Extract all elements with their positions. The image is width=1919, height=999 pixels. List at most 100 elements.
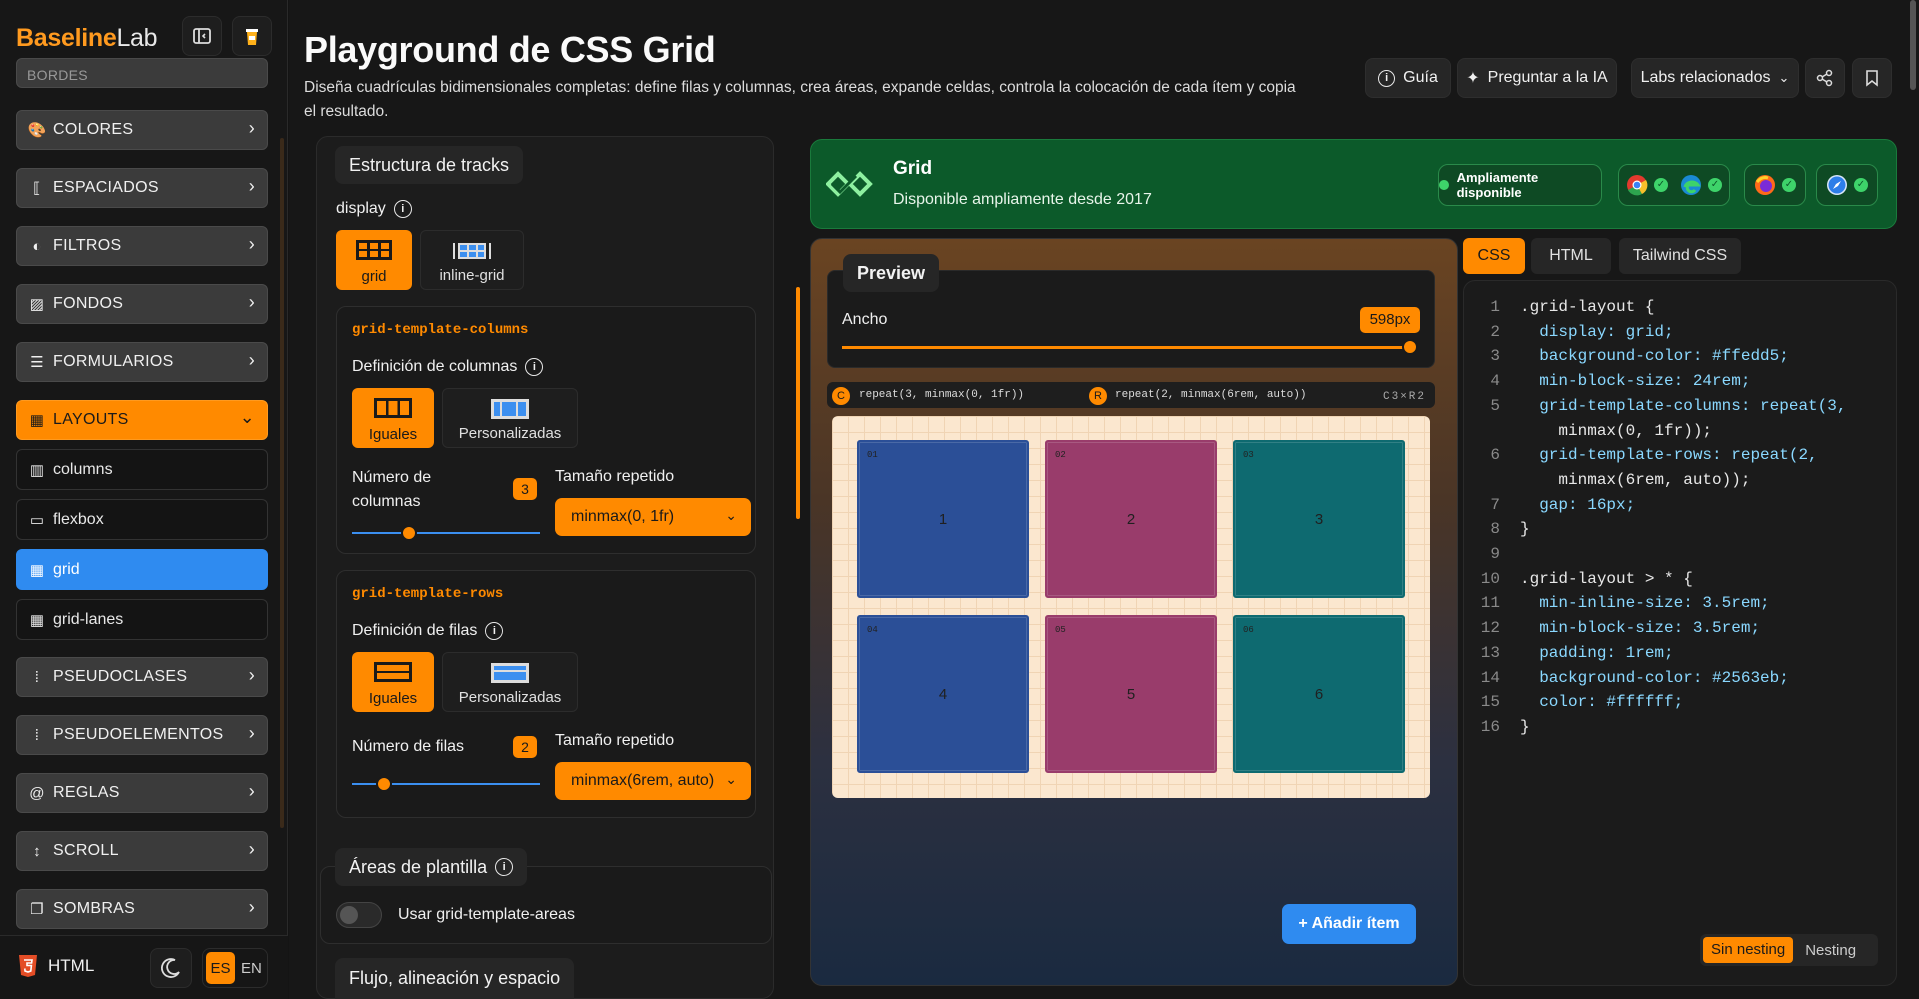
baseline-status-text: Disponible ampliamente desde 2017 bbox=[893, 191, 1152, 208]
baseline-availability-badge: Ampliamente disponible bbox=[1438, 164, 1602, 206]
sparkle-icon: ✦ bbox=[1466, 70, 1480, 87]
code-text: background-color: #2563eb; bbox=[1520, 668, 1789, 687]
code-line: 4 min-block-size: 24rem; bbox=[1478, 369, 1846, 394]
rows-count-slider-thumb[interactable] bbox=[376, 776, 392, 792]
rows-repeat-select[interactable]: minmax(6rem, auto) ⌄ bbox=[555, 762, 751, 800]
sidebar-item-grid-lanes[interactable]: ▦ grid-lanes bbox=[16, 599, 268, 640]
code-text: padding: 1rem; bbox=[1520, 643, 1674, 662]
related-labs-dropdown[interactable]: Labs relacionados ⌄ bbox=[1631, 58, 1799, 98]
background-icon: ▨ bbox=[29, 296, 45, 313]
code-block[interactable]: 1 .grid-layout {2 display: grid; 3 backgro… bbox=[1478, 295, 1847, 740]
lang-es-button[interactable]: ES bbox=[206, 952, 235, 984]
line-number: 8 bbox=[1490, 520, 1500, 539]
columns-definition-label: Definición de columnas i bbox=[352, 358, 544, 376]
nav-category-pseudoclases[interactable]: ⁞ PSEUDOCLASES › bbox=[16, 657, 268, 697]
columns-equal-button[interactable]: Iguales bbox=[352, 388, 434, 448]
column-formula: repeat(3, minmax(0, 1fr)) bbox=[859, 389, 1025, 401]
nav-category-pseudoelementos[interactable]: ⁞ PSEUDOELEMENTOS › bbox=[16, 715, 268, 755]
columns-count-slider-thumb[interactable] bbox=[401, 525, 417, 541]
share-button[interactable] bbox=[1805, 58, 1845, 98]
chevron-right-icon: › bbox=[248, 234, 255, 254]
page-scrollbar[interactable] bbox=[1910, 0, 1916, 90]
code-text: } bbox=[1520, 520, 1530, 539]
collapse-sidebar-button[interactable] bbox=[182, 16, 222, 56]
grid-item[interactable]: 05 5 bbox=[1045, 615, 1217, 773]
sin-nesting-button[interactable]: Sin nesting bbox=[1703, 937, 1794, 963]
chevron-right-icon: › bbox=[248, 781, 255, 801]
columns-repeat-value: minmax(0, 1fr) bbox=[571, 508, 675, 525]
grid-icon: ▦ bbox=[29, 561, 45, 579]
chevron-right-icon: › bbox=[248, 723, 255, 743]
nav-category-label: FILTROS bbox=[53, 237, 122, 254]
code-line: 3 background-color: #ffedd5; bbox=[1478, 344, 1846, 369]
lang-en-button[interactable]: EN bbox=[239, 960, 264, 977]
html-link[interactable]: HTML bbox=[18, 954, 94, 978]
sidebar-item-columns[interactable]: ▥ columns bbox=[16, 449, 268, 490]
columns-equal-label: Iguales bbox=[368, 426, 418, 443]
info-icon[interactable]: i bbox=[485, 622, 504, 640]
add-item-button[interactable]: + Añadir ítem bbox=[1282, 904, 1416, 944]
nav-category-sombras[interactable]: ❐ SOMBRAS › bbox=[16, 889, 268, 929]
columns-count-label: Número de columnas bbox=[352, 469, 432, 510]
code-line: 12 min-block-size: 3.5rem; bbox=[1478, 616, 1846, 641]
bookmark-button[interactable] bbox=[1852, 58, 1892, 98]
grid-item[interactable]: 02 2 bbox=[1045, 440, 1217, 598]
columns-repeat-select[interactable]: minmax(0, 1fr) ⌄ bbox=[555, 498, 751, 536]
app-logo[interactable]: BaselineLab bbox=[16, 24, 158, 53]
guide-button[interactable]: i Guía bbox=[1365, 58, 1451, 98]
columns-repeat-label: Tamaño repetido bbox=[555, 468, 675, 485]
grid-item-index: 01 bbox=[867, 450, 878, 460]
display-inline-grid-label: inline-grid bbox=[439, 267, 505, 284]
nav-category-colores[interactable]: 🎨 COLORES › bbox=[16, 110, 268, 150]
rows-custom-button[interactable]: Personalizadas bbox=[442, 652, 578, 712]
width-slider-thumb[interactable] bbox=[1402, 339, 1418, 355]
nav-category-formularios[interactable]: ☰ FORMULARIOS › bbox=[16, 342, 268, 382]
ask-ai-label: Preguntar a la IA bbox=[1487, 69, 1608, 86]
rows-count-label: Número de filas bbox=[352, 738, 465, 755]
nav-category-layouts[interactable]: ▦ LAYOUTS ⌄ bbox=[16, 400, 268, 440]
rows-equal-button[interactable]: Iguales bbox=[352, 652, 434, 712]
grid-item[interactable]: 03 3 bbox=[1233, 440, 1405, 598]
language-switch: ES EN bbox=[202, 948, 268, 988]
tab-tailwind[interactable]: Tailwind CSS bbox=[1619, 238, 1741, 274]
grid-item[interactable]: 04 4 bbox=[857, 615, 1029, 773]
equal-rows-icon bbox=[374, 662, 412, 682]
grid-item[interactable]: 06 6 bbox=[1233, 615, 1405, 773]
columns-count-slider-track[interactable] bbox=[352, 532, 540, 534]
width-slider-track[interactable] bbox=[842, 346, 1412, 349]
moon-icon bbox=[161, 958, 180, 978]
nav-category-espaciados[interactable]: ⟦ ESPACIADOS › bbox=[16, 168, 268, 208]
sidebar-scrollbar[interactable] bbox=[280, 138, 284, 828]
coffee-button[interactable] bbox=[232, 16, 272, 56]
info-icon[interactable]: i bbox=[495, 858, 514, 876]
nesting-button[interactable]: Nesting bbox=[1797, 942, 1864, 959]
nav-category-reglas[interactable]: @ REGLAS › bbox=[16, 773, 268, 813]
chevron-right-icon: › bbox=[248, 897, 255, 917]
display-inline-grid-button[interactable]: inline-grid bbox=[420, 230, 524, 290]
grid-item[interactable]: 01 1 bbox=[857, 440, 1029, 598]
areas-toggle[interactable] bbox=[336, 902, 382, 928]
theme-toggle-button[interactable] bbox=[150, 948, 192, 988]
nav-category-scroll[interactable]: ↕ SCROLL › bbox=[16, 831, 268, 871]
columns-custom-button[interactable]: Personalizadas bbox=[442, 388, 578, 448]
sidebar-item-grid[interactable]: ▦ grid bbox=[16, 549, 268, 590]
display-grid-button[interactable]: grid bbox=[336, 230, 412, 290]
columns-icon: ▥ bbox=[29, 461, 45, 479]
code-text: min-block-size: 24rem; bbox=[1520, 372, 1751, 391]
tab-css[interactable]: CSS bbox=[1463, 238, 1525, 274]
controls-scrollbar[interactable] bbox=[796, 287, 800, 519]
code-text: grid-template-rows: repeat(2, bbox=[1520, 446, 1818, 465]
firefox-browser: ✓ bbox=[1744, 164, 1806, 206]
info-icon[interactable]: i bbox=[525, 358, 544, 376]
line-number: 5 bbox=[1490, 396, 1500, 415]
pseudo-icon: ⁞ bbox=[34, 668, 40, 686]
nav-category-bordes[interactable]: BORDES bbox=[16, 58, 268, 88]
nav-category-fondos[interactable]: ▨ FONDOS › bbox=[16, 284, 268, 324]
info-icon[interactable]: i bbox=[393, 200, 412, 218]
nav-category-filtros[interactable]: ◐ FILTROS › bbox=[16, 226, 268, 266]
tab-html[interactable]: HTML bbox=[1531, 238, 1611, 274]
ask-ai-button[interactable]: ✦ Preguntar a la IA bbox=[1457, 58, 1617, 98]
sidebar-item-flexbox[interactable]: ▭ flexbox bbox=[16, 499, 268, 540]
grid-item-index: 02 bbox=[1055, 450, 1066, 460]
line-number: 15 bbox=[1480, 693, 1500, 712]
